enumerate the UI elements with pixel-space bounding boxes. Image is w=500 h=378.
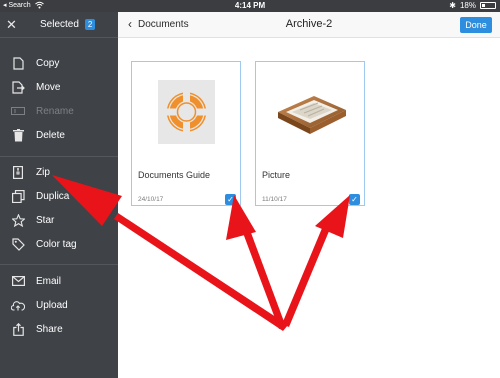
menu-item-label: Move — [36, 81, 61, 93]
menu-item-star[interactable]: Star — [0, 209, 118, 231]
selection-sidebar: ✕ Selected 2 Copy Move Rename Delete Zip — [0, 12, 118, 378]
star-icon — [11, 213, 25, 227]
file-card[interactable]: Documents Guide 24/10/17 ✓ — [131, 61, 241, 206]
menu-item-share[interactable]: Share — [0, 318, 118, 340]
file-thumbnail — [268, 82, 352, 142]
file-date: 11/10/17 — [262, 196, 287, 203]
zip-icon — [11, 165, 25, 179]
sidebar-header: ✕ Selected 2 — [0, 12, 118, 38]
navigation-bar: ‹ Documents Archive-2 Done — [118, 12, 500, 38]
status-right: ✱ 18% — [449, 1, 496, 10]
battery-icon — [480, 2, 496, 9]
menu-item-duplicate[interactable]: Duplica — [0, 185, 118, 207]
close-icon[interactable]: ✕ — [6, 17, 26, 33]
duplicate-icon — [11, 189, 25, 203]
checkbox-checked-icon[interactable]: ✓ — [349, 194, 360, 205]
menu-item-label: Upload — [36, 299, 68, 311]
menu-item-label: Zip — [36, 166, 50, 178]
main-content: ‹ Documents Archive-2 Done Documents Gui… — [118, 12, 500, 378]
menu-item-upload[interactable]: Upload — [0, 294, 118, 316]
status-bar: ◂ Search 4:14 PM ✱ 18% — [0, 0, 500, 12]
menu-item-label: Rename — [36, 105, 74, 117]
menu-item-copy[interactable]: Copy — [0, 52, 118, 74]
page-title: Archive-2 — [285, 18, 333, 30]
file-thumbnail — [158, 80, 215, 144]
sidebar-divider — [0, 156, 118, 157]
menu-item-label: Star — [36, 214, 55, 226]
file-name: Picture — [262, 170, 291, 180]
menu-item-label: Delete — [36, 129, 65, 141]
selected-title: Selected — [40, 19, 79, 30]
menu-item-zip[interactable]: Zip — [0, 161, 118, 183]
tray-icon — [278, 96, 346, 134]
menu-item-delete[interactable]: Delete — [0, 124, 118, 146]
menu-item-label: Color tag — [36, 238, 77, 250]
tag-icon — [11, 237, 25, 251]
battery-percent: 18% — [459, 1, 476, 10]
menu-item-color-tag[interactable]: Color tag — [0, 233, 118, 255]
done-button[interactable]: Done — [460, 17, 492, 33]
copy-icon — [11, 56, 25, 70]
menu-item-label: Copy — [36, 57, 60, 69]
share-icon — [11, 322, 25, 336]
rename-icon — [11, 104, 25, 118]
file-date: 24/10/17 — [138, 196, 164, 203]
sidebar-divider — [0, 264, 118, 265]
move-icon — [11, 80, 25, 94]
menu-item-label: Email — [36, 275, 62, 287]
file-name: Documents Guide — [138, 170, 211, 180]
mail-icon — [11, 274, 25, 288]
menu-item-label: Share — [36, 323, 63, 335]
menu-item-email[interactable]: Email — [0, 270, 118, 292]
selected-count-badge: 2 — [84, 19, 96, 30]
checkbox-checked-icon[interactable]: ✓ — [225, 194, 236, 205]
file-card[interactable]: Picture 11/10/17 ✓ — [255, 61, 365, 206]
bluetooth-icon: ✱ — [449, 1, 456, 10]
menu-item-label: Duplica — [36, 190, 70, 202]
upload-icon — [11, 298, 25, 312]
lifebuoy-icon — [166, 92, 207, 132]
status-time: 4:14 PM — [234, 1, 266, 10]
trash-icon — [11, 128, 25, 142]
menu-item-move[interactable]: Move — [0, 76, 118, 98]
menu-item-rename: Rename — [0, 100, 118, 122]
